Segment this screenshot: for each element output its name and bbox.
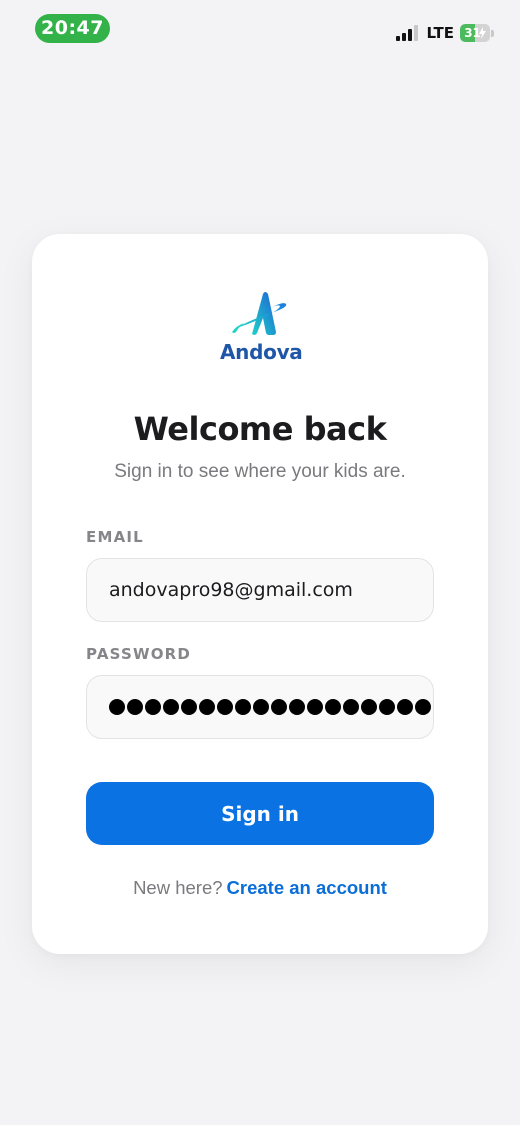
status-indicators: LTE 31 [396, 22, 494, 44]
password-dot [199, 699, 215, 715]
email-label: EMAIL [86, 528, 144, 546]
page-subtitle: Sign in to see where your kids are. [114, 461, 406, 482]
create-account-link[interactable]: Create an account [227, 877, 387, 898]
password-dot [181, 699, 197, 715]
password-dot [307, 699, 323, 715]
new-here-text: New here? [133, 877, 223, 898]
charging-bolt-icon [479, 27, 487, 39]
password-dot [325, 699, 341, 715]
password-dot [379, 699, 395, 715]
sign-in-button[interactable]: Sign in [86, 782, 434, 845]
password-mask [109, 699, 431, 715]
password-dot [415, 699, 431, 715]
password-dot [289, 699, 305, 715]
password-dot [163, 699, 179, 715]
network-type: LTE [426, 24, 454, 42]
password-dot [235, 699, 251, 715]
status-bar: 20:47 LTE 31 [0, 0, 520, 60]
brand-logo: Andova [220, 290, 303, 365]
battery-icon: 31 [460, 24, 494, 42]
password-dot [217, 699, 233, 715]
password-dot [253, 699, 269, 715]
andova-a-logo-icon [232, 292, 287, 335]
password-dot [361, 699, 377, 715]
password-dot [127, 699, 143, 715]
signup-prompt: New here? Create an account [32, 877, 488, 899]
password-dot [271, 699, 287, 715]
cellular-signal-icon [396, 25, 419, 41]
login-screen: 20:47 LTE 31 Andova Welcome back Sign in… [0, 0, 520, 1125]
brand-name: Andova [220, 340, 303, 364]
status-time: 20:47 [35, 14, 110, 43]
login-card: Andova Welcome back Sign in to see where… [32, 234, 488, 954]
password-dot [343, 699, 359, 715]
password-field[interactable] [86, 675, 434, 739]
password-dot [109, 699, 125, 715]
email-field[interactable] [86, 558, 434, 622]
password-dot [397, 699, 413, 715]
page-title: Welcome back [133, 410, 387, 448]
password-label: PASSWORD [86, 645, 192, 663]
password-dot [145, 699, 161, 715]
